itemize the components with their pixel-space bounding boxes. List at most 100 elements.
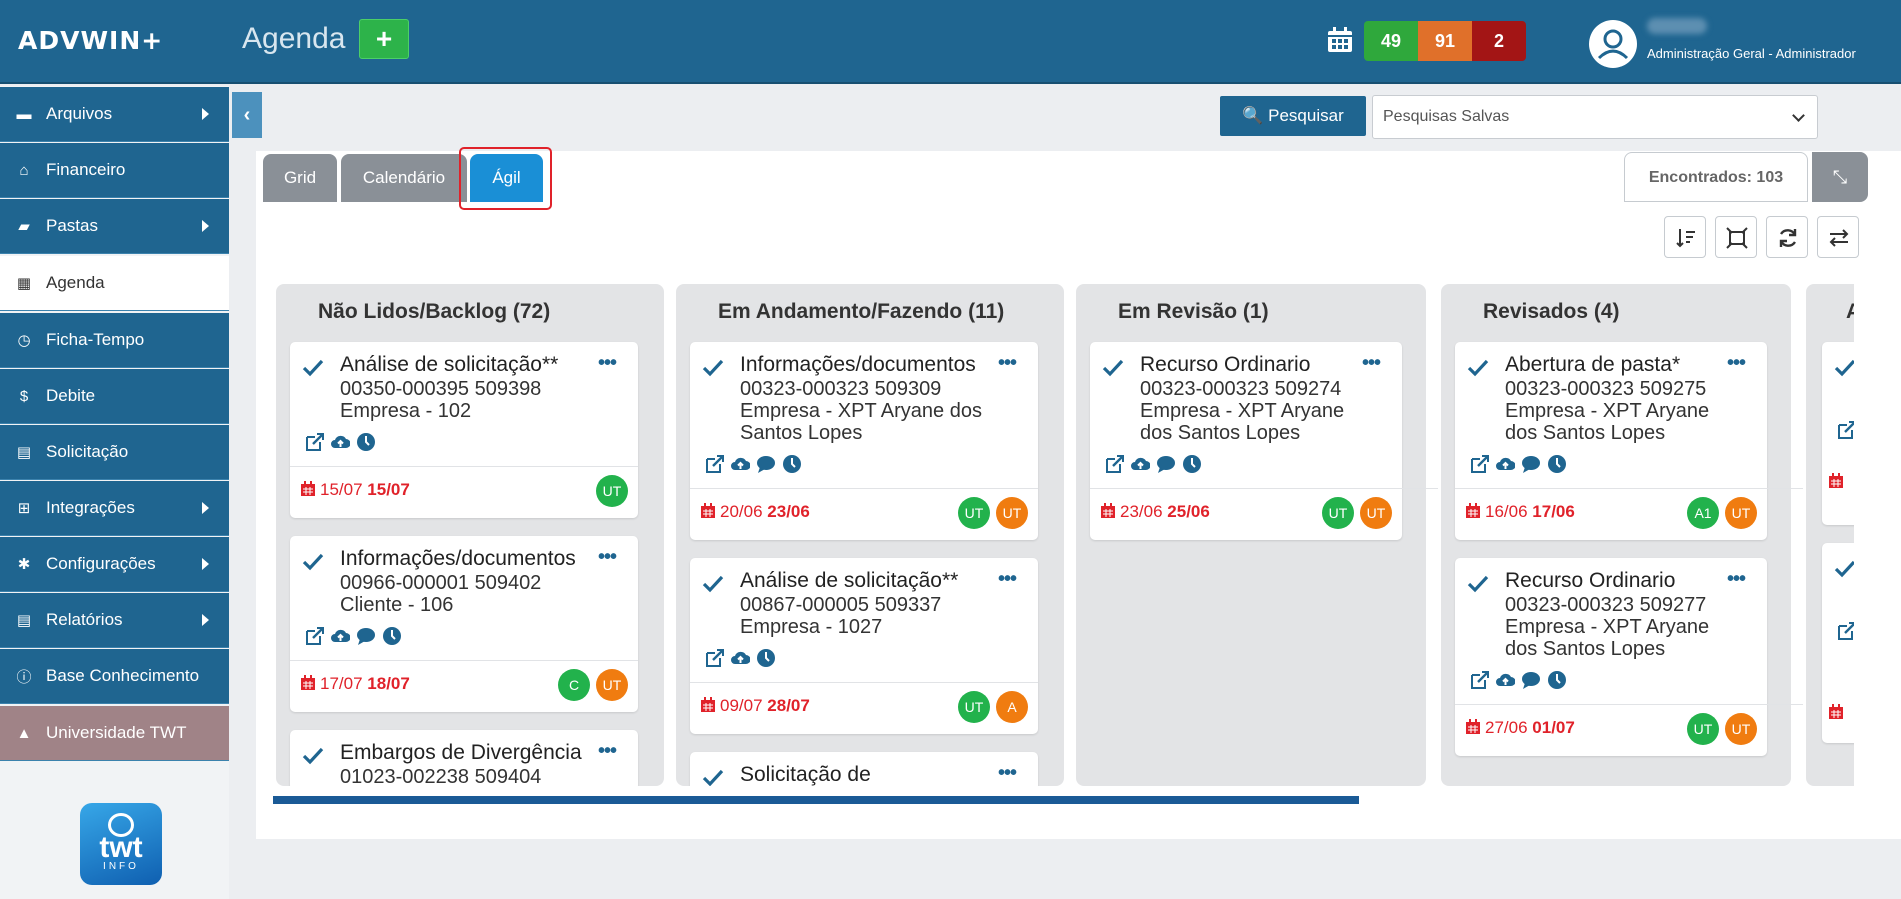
edit-icon[interactable] <box>1836 621 1854 641</box>
cloud-upload-icon[interactable] <box>330 432 351 452</box>
clock-icon[interactable] <box>756 648 776 668</box>
search-button[interactable]: 🔍 Pesquisar <box>1220 96 1366 136</box>
assignee-badge[interactable]: UT <box>596 475 628 507</box>
edit-icon[interactable] <box>304 432 324 452</box>
sidebar-item-base-conhecimento[interactable]: ⓘ Base Conhecimento <box>0 649 229 704</box>
task-card[interactable] <box>1822 543 1854 743</box>
sort-button[interactable] <box>1664 216 1706 258</box>
edit-icon[interactable] <box>1469 454 1489 474</box>
edit-icon[interactable] <box>704 454 724 474</box>
horizontal-scrollbar[interactable] <box>273 796 1359 804</box>
clock-icon[interactable] <box>356 432 376 452</box>
check-icon[interactable] <box>702 356 724 378</box>
assignee-badge[interactable]: UT <box>1687 713 1719 745</box>
comment-icon[interactable] <box>1521 454 1541 474</box>
sidebar-item-relat-rios[interactable]: ▤ Relatórios <box>0 593 229 648</box>
edit-icon[interactable] <box>1104 454 1124 474</box>
add-button[interactable]: + <box>359 19 409 59</box>
more-options-icon[interactable]: ••• <box>1727 568 1746 591</box>
sidebar-item-financeiro[interactable]: ⌂ Financeiro <box>0 143 229 198</box>
more-options-icon[interactable]: ••• <box>598 740 617 763</box>
comment-icon[interactable] <box>756 454 776 474</box>
sidebar-item-pastas[interactable]: ▰ Pastas <box>0 199 229 254</box>
comment-icon[interactable] <box>1156 454 1176 474</box>
task-card[interactable]: Embargos de Divergência ••• 01023-002238 5… <box>290 730 638 786</box>
clock-icon[interactable] <box>782 454 802 474</box>
edit-icon[interactable] <box>1469 670 1489 690</box>
assignee-badge[interactable]: UT <box>596 669 628 701</box>
check-icon[interactable] <box>302 550 324 572</box>
tab-calendario[interactable]: Calendário <box>341 154 467 202</box>
more-options-icon[interactable]: ••• <box>998 352 1017 375</box>
check-icon[interactable] <box>302 356 324 378</box>
clock-icon[interactable] <box>1182 454 1202 474</box>
fit-button[interactable] <box>1715 216 1757 258</box>
assignee-badge[interactable]: UT <box>958 691 990 723</box>
sidebar-item-debite[interactable]: $ Debite <box>0 369 229 424</box>
cloud-upload-icon[interactable] <box>730 648 751 668</box>
assignee-badge[interactable]: A1 <box>1687 497 1719 529</box>
edit-icon[interactable] <box>1836 420 1854 440</box>
app-logo[interactable]: ADVWIN+ <box>18 26 163 55</box>
assignee-badge[interactable]: A <box>996 691 1028 723</box>
comment-icon[interactable] <box>1521 670 1541 690</box>
edit-icon[interactable] <box>304 626 324 646</box>
counter-orange[interactable]: 91 <box>1418 21 1472 61</box>
assignee-badge[interactable]: UT <box>996 497 1028 529</box>
task-card[interactable]: Informações/documentos ••• 00966-000001 50… <box>290 536 638 712</box>
more-options-icon[interactable]: ••• <box>998 762 1017 785</box>
assignee-badge[interactable]: UT <box>1322 497 1354 529</box>
collapse-sidebar-button[interactable]: ‹ <box>232 92 262 138</box>
cloud-upload-icon[interactable] <box>1495 454 1516 474</box>
counter-red[interactable]: 2 <box>1472 21 1526 61</box>
cloud-upload-icon[interactable] <box>330 626 351 646</box>
clock-icon[interactable] <box>382 626 402 646</box>
refresh-button[interactable] <box>1766 216 1808 258</box>
clock-icon[interactable] <box>1547 454 1567 474</box>
task-card[interactable]: Análise de solicitação** ••• 00867-000005 … <box>690 558 1038 734</box>
sidebar-item-universidade-twt[interactable]: ▲ Universidade TWT <box>0 706 229 761</box>
sidebar-item-agenda[interactable]: ▦ Agenda <box>0 256 229 311</box>
swap-button[interactable] <box>1817 216 1859 258</box>
check-icon[interactable] <box>1834 557 1854 579</box>
assignee-badge[interactable]: UT <box>1725 497 1757 529</box>
calendar-icon[interactable] <box>1326 26 1354 54</box>
assignee-badge[interactable]: C <box>558 669 590 701</box>
assignee-badge[interactable]: UT <box>1725 713 1757 745</box>
more-options-icon[interactable]: ••• <box>598 352 617 375</box>
task-card[interactable]: Informações/documentos ••• 00323-000323 50… <box>690 342 1038 540</box>
more-options-icon[interactable]: ••• <box>1727 352 1746 375</box>
sidebar-item-configura-es[interactable]: ✱ Configurações <box>0 537 229 592</box>
clock-icon[interactable] <box>1547 670 1567 690</box>
task-card[interactable] <box>1822 342 1854 525</box>
cloud-upload-icon[interactable] <box>1130 454 1151 474</box>
sidebar-item-arquivos[interactable]: ▬ Arquivos <box>0 87 229 142</box>
assignee-badge[interactable]: UT <box>958 497 990 529</box>
expand-icon[interactable]: ⤡ <box>1812 152 1868 202</box>
user-avatar[interactable] <box>1589 20 1637 68</box>
check-icon[interactable] <box>1102 356 1124 378</box>
task-card[interactable]: Recurso Ordinario ••• 00323-000323 509277 E… <box>1455 558 1803 756</box>
task-card[interactable]: Abertura de pasta* ••• 00323-000323 509275… <box>1455 342 1803 540</box>
saved-searches-select[interactable]: Pesquisas Salvas <box>1372 95 1818 139</box>
edit-icon[interactable] <box>704 648 724 668</box>
more-options-icon[interactable]: ••• <box>1362 352 1381 375</box>
more-options-icon[interactable]: ••• <box>598 546 617 569</box>
check-icon[interactable] <box>1834 356 1854 378</box>
counter-green[interactable]: 49 <box>1364 21 1418 61</box>
check-icon[interactable] <box>302 744 324 766</box>
check-icon[interactable] <box>1467 572 1489 594</box>
tab-grid[interactable]: Grid <box>263 154 337 202</box>
check-icon[interactable] <box>702 766 724 786</box>
check-icon[interactable] <box>702 572 724 594</box>
sidebar-item-integra-es[interactable]: ⊞ Integrações <box>0 481 229 536</box>
cloud-upload-icon[interactable] <box>730 454 751 474</box>
sidebar-item-solicita-o[interactable]: ▤ Solicitação <box>0 425 229 480</box>
task-card[interactable]: Recurso Ordinario ••• 00323-000323 509274 E… <box>1090 342 1438 540</box>
task-card[interactable]: Análise de solicitação** ••• 00350-000395 … <box>290 342 638 518</box>
comment-icon[interactable] <box>356 626 376 646</box>
task-card[interactable]: Solicitação de ••• <box>690 752 1038 786</box>
assignee-badge[interactable]: UT <box>1360 497 1392 529</box>
sidebar-item-ficha-tempo[interactable]: ◷ Ficha-Tempo <box>0 313 229 368</box>
check-icon[interactable] <box>1467 356 1489 378</box>
